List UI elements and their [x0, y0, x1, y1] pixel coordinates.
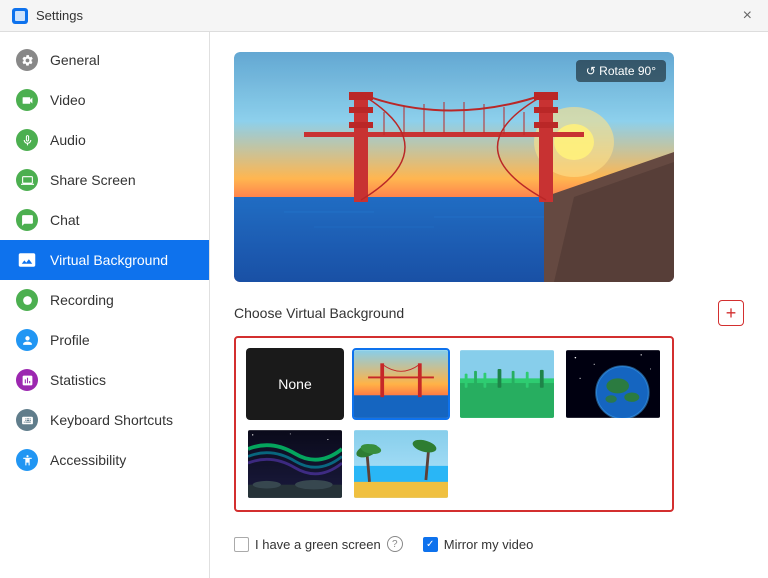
- mirror-label: Mirror my video: [444, 537, 534, 552]
- background-earth-space[interactable]: [564, 348, 662, 420]
- window-title: Settings: [36, 8, 83, 23]
- video-icon: [16, 89, 38, 111]
- preview-visual: ↺ Rotate 90°: [234, 52, 674, 282]
- background-beach[interactable]: [352, 428, 450, 500]
- mirror-item: ✓ Mirror my video: [423, 537, 534, 552]
- background-aurora[interactable]: [246, 428, 344, 500]
- choose-label-row: Choose Virtual Background +: [234, 300, 744, 326]
- title-bar: Settings ×: [0, 0, 768, 32]
- main-layout: General Video Audio Share Screen Chat: [0, 32, 768, 578]
- sharescreen-icon: [16, 169, 38, 191]
- background-grid: None: [246, 348, 662, 500]
- accessibility-icon: [16, 449, 38, 471]
- statistics-icon: [16, 369, 38, 391]
- background-none[interactable]: None: [246, 348, 344, 420]
- sidebar-item-statistics[interactable]: Statistics: [0, 360, 209, 400]
- sidebar-item-share-screen[interactable]: Share Screen: [0, 160, 209, 200]
- chat-icon: [16, 209, 38, 231]
- green-screen-checkbox[interactable]: [234, 537, 249, 552]
- sidebar-label-statistics: Statistics: [50, 372, 106, 388]
- background-golden-gate[interactable]: [352, 348, 450, 420]
- sidebar-item-profile[interactable]: Profile: [0, 320, 209, 360]
- thumbnail-aurora: [248, 430, 342, 498]
- sidebar: General Video Audio Share Screen Chat: [0, 32, 210, 578]
- sidebar-label-recording: Recording: [50, 292, 114, 308]
- general-icon: [16, 49, 38, 71]
- sidebar-label-profile: Profile: [50, 332, 90, 348]
- sidebar-label-virtual-background: Virtual Background: [50, 252, 168, 268]
- sidebar-item-video[interactable]: Video: [0, 80, 209, 120]
- thumbnail-earth-space: [566, 350, 660, 418]
- background-grid-wrapper: None: [234, 336, 674, 512]
- mirror-checkbox[interactable]: ✓: [423, 537, 438, 552]
- rotate-button[interactable]: ↺ Rotate 90°: [576, 60, 666, 82]
- green-screen-item: I have a green screen ?: [234, 536, 403, 552]
- sidebar-item-chat[interactable]: Chat: [0, 200, 209, 240]
- sidebar-label-accessibility: Accessibility: [50, 452, 126, 468]
- sidebar-item-general[interactable]: General: [0, 40, 209, 80]
- sidebar-item-audio[interactable]: Audio: [0, 120, 209, 160]
- sidebar-item-virtual-background[interactable]: Virtual Background: [0, 240, 209, 280]
- sidebar-item-recording[interactable]: Recording: [0, 280, 209, 320]
- thumbnail-golden-gate: [354, 350, 448, 418]
- sidebar-item-accessibility[interactable]: Accessibility: [0, 440, 209, 480]
- sidebar-label-general: General: [50, 52, 100, 68]
- thumbnail-green-field: [460, 350, 554, 418]
- choose-virtual-background-label: Choose Virtual Background: [234, 305, 404, 321]
- audio-icon: [16, 129, 38, 151]
- sidebar-item-keyboard-shortcuts[interactable]: Keyboard Shortcuts: [0, 400, 209, 440]
- hint-row: I have a green screen ? ✓ Mirror my vide…: [234, 536, 744, 552]
- preview-image: [234, 52, 674, 282]
- thumbnail-beach: [354, 430, 448, 498]
- title-bar-left: Settings: [12, 8, 83, 24]
- app-icon: [12, 8, 28, 24]
- sidebar-label-share-screen: Share Screen: [50, 172, 136, 188]
- profile-icon: [16, 329, 38, 351]
- sidebar-label-keyboard-shortcuts: Keyboard Shortcuts: [50, 412, 173, 428]
- background-green-field[interactable]: [458, 348, 556, 420]
- green-screen-help-icon[interactable]: ?: [387, 536, 403, 552]
- content-area: ↺ Rotate 90° Choose Virtual Background +…: [210, 32, 768, 578]
- add-background-button[interactable]: +: [718, 300, 744, 326]
- none-label: None: [278, 376, 311, 392]
- keyboard-icon: [16, 409, 38, 431]
- green-screen-label: I have a green screen: [255, 537, 381, 552]
- virtual-background-icon: [16, 249, 38, 271]
- recording-icon: [16, 289, 38, 311]
- sidebar-label-audio: Audio: [50, 132, 86, 148]
- close-button[interactable]: ×: [739, 6, 756, 26]
- sidebar-label-chat: Chat: [50, 212, 80, 228]
- preview-container: ↺ Rotate 90°: [234, 52, 674, 282]
- sidebar-label-video: Video: [50, 92, 86, 108]
